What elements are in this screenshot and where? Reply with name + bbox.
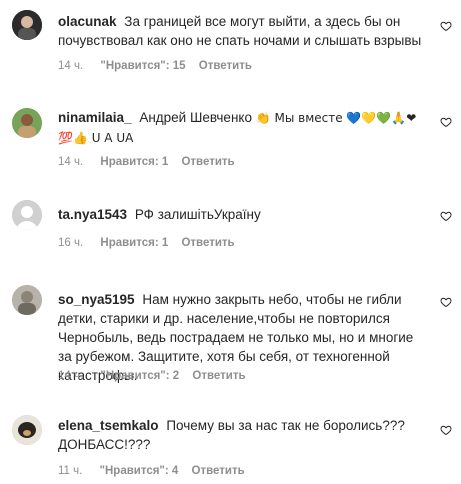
avatar-image bbox=[12, 415, 42, 445]
like-heart-icon[interactable] bbox=[440, 296, 452, 308]
comment-likes[interactable]: Нравится: 1 bbox=[100, 156, 168, 168]
comment-body: РФ залишітьУкраїну bbox=[134, 207, 261, 222]
like-heart-icon[interactable] bbox=[440, 424, 452, 436]
comment-time[interactable]: 16 ч. bbox=[58, 237, 83, 249]
like-heart-icon[interactable] bbox=[440, 20, 452, 32]
comment-time[interactable]: 14 ч. bbox=[58, 156, 83, 168]
comment-meta: 16 ч. Нравится: 1 Ответить bbox=[58, 237, 235, 249]
like-heart-icon[interactable] bbox=[440, 210, 452, 222]
comment-text: ta.nya1543 РФ залишітьУкраїну bbox=[58, 205, 428, 224]
comment-likes[interactable]: Нравится: 1 bbox=[100, 237, 168, 249]
comment-likes[interactable]: "Нравится": 2 bbox=[100, 370, 179, 382]
comment-time[interactable]: 14 ч. bbox=[58, 370, 83, 382]
comment-text: olacunak За границей все могут выйти, а … bbox=[58, 12, 428, 50]
comment-text: elena_tsemkalo Почему вы за нас так не б… bbox=[58, 416, 428, 454]
reply-button[interactable]: Ответить bbox=[181, 237, 234, 249]
avatar[interactable] bbox=[12, 285, 42, 315]
comment-likes[interactable]: "Нравится": 4 bbox=[100, 465, 179, 477]
comment-text: ninamilaia_ Андрей Шевченко 👏 Мы вместе … bbox=[58, 108, 428, 148]
comment-meta: 14 ч. "Нравится": 15 Ответить bbox=[58, 60, 252, 72]
avatar[interactable] bbox=[12, 108, 42, 138]
avatar[interactable] bbox=[12, 10, 42, 40]
default-avatar-icon bbox=[12, 200, 42, 230]
reply-button[interactable]: Ответить bbox=[181, 156, 234, 168]
like-heart-icon[interactable] bbox=[440, 116, 452, 128]
comment-likes[interactable]: "Нравится": 15 bbox=[100, 60, 185, 72]
reply-button[interactable]: Ответить bbox=[192, 465, 245, 477]
comment-username[interactable]: so_nya5195 bbox=[58, 292, 135, 307]
comment-body: Андрей Шевченко bbox=[139, 110, 252, 125]
comment-username[interactable]: elena_tsemkalo bbox=[58, 418, 159, 433]
comment-time[interactable]: 14 ч. bbox=[58, 60, 83, 72]
reply-button[interactable]: Ответить bbox=[199, 60, 252, 72]
reply-button[interactable]: Ответить bbox=[192, 370, 245, 382]
avatar[interactable] bbox=[12, 200, 42, 230]
comment-time[interactable]: 11 ч. bbox=[58, 465, 82, 477]
avatar-image bbox=[12, 108, 42, 138]
comment-emoji-text: 💯👍 U A UA bbox=[58, 131, 134, 145]
comment-username[interactable]: ninamilaia_ bbox=[58, 110, 132, 125]
comment-username[interactable]: olacunak bbox=[58, 14, 117, 29]
comment-meta: 14 ч. Нравится: 1 Ответить bbox=[58, 156, 235, 168]
comment-username[interactable]: ta.nya1543 bbox=[58, 207, 127, 222]
comment-meta: 14 ч. "Нравится": 2 Ответить bbox=[58, 370, 246, 382]
comment-meta: 11 ч. "Нравится": 4 Ответить bbox=[58, 465, 245, 477]
avatar-image bbox=[12, 285, 42, 315]
avatar[interactable] bbox=[12, 415, 42, 445]
avatar-image bbox=[12, 10, 42, 40]
comment-emoji-text: 👏 Мы вместе 💙💛💚🙏❤ bbox=[255, 111, 417, 125]
